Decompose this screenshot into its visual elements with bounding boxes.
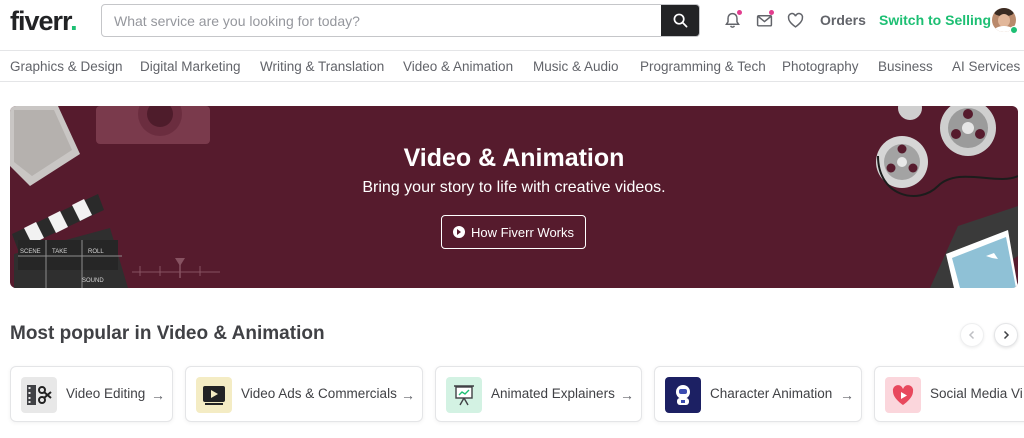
video-player-icon: [196, 377, 232, 413]
category-ai-services[interactable]: AI Services: [952, 59, 1020, 74]
chevron-left-icon: [968, 330, 975, 340]
carousel-prev-button[interactable]: [960, 323, 984, 347]
card-video-ads-commercials[interactable]: Video Ads & Commercials →: [185, 366, 423, 422]
card-label: Social Media Vi: [930, 386, 1023, 401]
category-business[interactable]: Business: [878, 59, 933, 74]
search-bar: [101, 4, 700, 37]
hero-banner: SCENE TAKE ROLL SOUND Video & Animation …: [10, 106, 1018, 288]
astronaut-icon: [665, 377, 701, 413]
notification-dot: [737, 10, 742, 15]
logo-dot: .: [70, 6, 77, 36]
photo-print-icon: [930, 206, 1018, 288]
search-button[interactable]: [661, 5, 699, 36]
play-icon: [452, 226, 465, 238]
category-graphics-design[interactable]: Graphics & Design: [10, 59, 123, 74]
switch-to-selling-link[interactable]: Switch to Selling: [879, 12, 991, 28]
search-input[interactable]: [102, 5, 662, 36]
timeline-ruler-icon: [132, 258, 220, 278]
arrow-right-icon: →: [401, 387, 415, 403]
category-video-animation[interactable]: Video & Animation: [403, 59, 513, 74]
card-label: Character Animation: [710, 386, 833, 401]
presentation-board-icon: [446, 377, 482, 413]
category-nav: Graphics & Design Digital Marketing Writ…: [0, 50, 1024, 82]
card-character-animation[interactable]: Character Animation →: [654, 366, 862, 422]
how-fiverr-works-button[interactable]: How Fiverr Works: [441, 215, 586, 249]
card-video-editing[interactable]: Video Editing →: [10, 366, 173, 422]
card-label: Video Ads & Commercials: [241, 386, 397, 401]
category-writing-translation[interactable]: Writing & Translation: [260, 59, 384, 74]
search-icon: [673, 13, 687, 28]
heart-icon: [787, 12, 803, 28]
top-header: fiverr. Orders Switch to Selling: [0, 0, 1024, 50]
arrow-right-icon: →: [620, 387, 634, 403]
how-fiverr-works-label: How Fiverr Works: [470, 224, 575, 240]
category-music-audio[interactable]: Music & Audio: [533, 59, 619, 74]
hero-subtitle: Bring your story to life with creative v…: [362, 179, 666, 196]
logo-text: fiverr: [10, 6, 71, 36]
card-animated-explainers[interactable]: Animated Explainers →: [435, 366, 642, 422]
clapper-label-take: TAKE: [52, 249, 67, 255]
orders-link[interactable]: Orders: [820, 12, 866, 28]
clapperboard-icon: SCENE TAKE ROLL SOUND: [12, 194, 128, 288]
clapper-label-sound: SOUND: [82, 278, 104, 284]
clapper-label-roll: ROLL: [88, 249, 104, 255]
card-label: Video Editing: [66, 386, 146, 401]
online-status-dot: [1010, 26, 1018, 34]
messages-button[interactable]: [754, 10, 774, 30]
clapper-label-scene: SCENE: [20, 249, 41, 255]
category-digital-marketing[interactable]: Digital Marketing: [140, 59, 241, 74]
category-photography[interactable]: Photography: [782, 59, 859, 74]
card-social-media-videos[interactable]: Social Media Vi: [874, 366, 1024, 422]
camera-icon: [96, 106, 210, 144]
hero-decor-right: [876, 106, 1018, 288]
notifications-button[interactable]: [722, 10, 742, 30]
section-title: Most popular in Video & Animation: [10, 323, 325, 344]
film-scissors-icon: [21, 377, 57, 413]
category-programming-tech[interactable]: Programming & Tech: [640, 59, 766, 74]
message-dot: [769, 10, 774, 15]
carousel-next-button[interactable]: [994, 323, 1018, 347]
favorites-button[interactable]: [785, 10, 805, 30]
hero-decor-left: SCENE TAKE ROLL SOUND: [10, 106, 220, 288]
chevron-right-icon: [1003, 330, 1010, 340]
card-label: Animated Explainers: [491, 386, 615, 401]
heart-play-icon: [885, 377, 921, 413]
arrow-right-icon: →: [840, 387, 854, 403]
hero-title: Video & Animation: [403, 144, 625, 172]
fiverr-logo[interactable]: fiverr.: [10, 6, 78, 37]
arrow-right-icon: →: [151, 387, 165, 403]
